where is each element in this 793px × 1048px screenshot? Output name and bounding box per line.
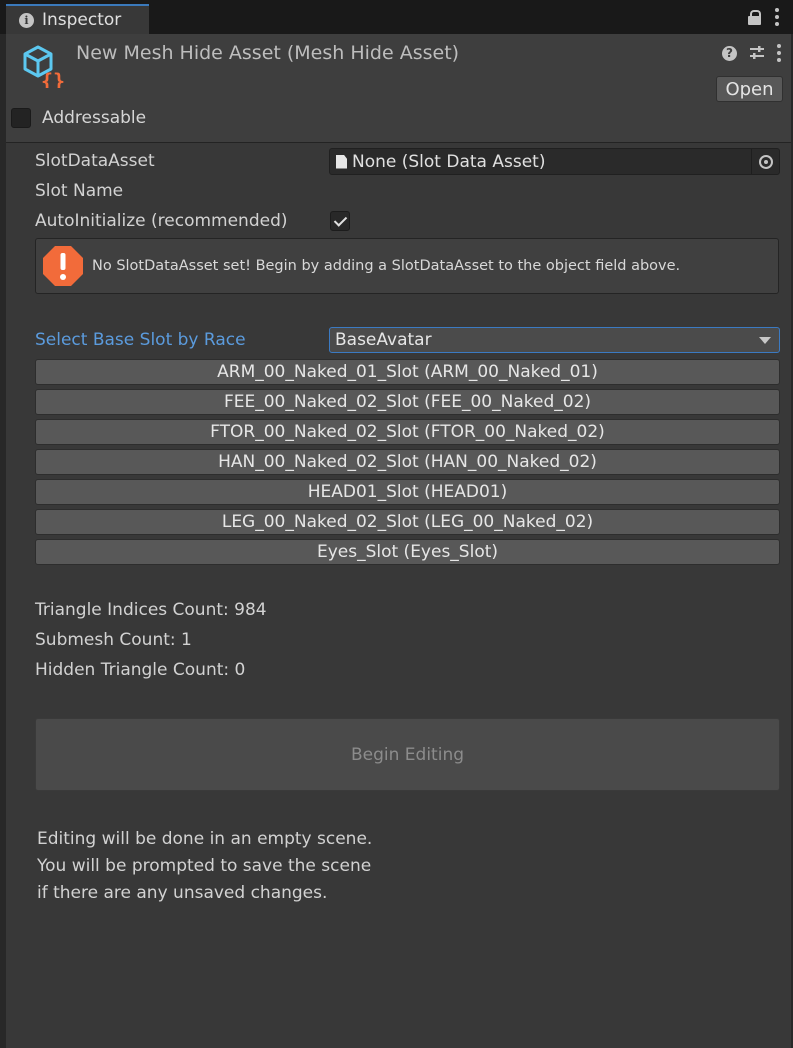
tab-inspector[interactable]: i Inspector: [6, 4, 149, 34]
tab-label: Inspector: [42, 10, 122, 30]
svg-text:{}: {}: [41, 69, 65, 88]
document-icon: [336, 154, 347, 169]
begin-editing-button[interactable]: Begin Editing: [35, 718, 780, 791]
tab-tools: [748, 8, 779, 26]
header-tools: ?: [722, 44, 781, 62]
chevron-down-icon: [759, 337, 771, 344]
open-button[interactable]: Open: [716, 76, 783, 102]
slot-data-asset-label: SlotDataAsset: [35, 151, 155, 171]
slot-name-label: Slot Name: [35, 181, 124, 201]
addressable-label: Addressable: [42, 108, 147, 128]
asset-title: New Mesh Hide Asset (Mesh Hide Asset): [76, 42, 460, 64]
slot-data-asset-field[interactable]: None (Slot Data Asset): [329, 148, 780, 175]
select-race-label: Select Base Slot by Race: [35, 330, 246, 350]
object-picker-button[interactable]: [751, 149, 779, 174]
lock-icon[interactable]: [748, 9, 761, 25]
submesh-count: Submesh Count: 1: [35, 630, 192, 650]
auto-initialize-label: AutoInitialize (recommended): [35, 211, 288, 231]
auto-initialize-checkbox[interactable]: [330, 211, 350, 231]
slot-button[interactable]: FTOR_00_Naked_02_Slot (FTOR_00_Naked_02): [35, 419, 780, 445]
warning-helpbox: No SlotDataAsset set! Begin by adding a …: [35, 238, 779, 294]
info-icon: i: [19, 12, 34, 28]
inspector-panel: {} New Mesh Hide Asset (Mesh Hide Asset)…: [6, 34, 791, 1048]
note-line: if there are any unsaved changes.: [37, 883, 328, 903]
editing-note: Editing will be done in an empty scene. …: [37, 826, 372, 907]
slot-button[interactable]: LEG_00_Naked_02_Slot (LEG_00_Naked_02): [35, 509, 780, 535]
addressable-checkbox[interactable]: [11, 108, 31, 128]
slot-button[interactable]: Eyes_Slot (Eyes_Slot): [35, 539, 780, 565]
preset-sliders-icon[interactable]: [749, 45, 765, 61]
tab-bar: i Inspector: [0, 0, 793, 34]
warning-icon: [43, 246, 83, 286]
slot-button[interactable]: HEAD01_Slot (HEAD01): [35, 479, 780, 505]
note-line: You will be prompted to save the scene: [37, 856, 372, 876]
help-icon[interactable]: ?: [722, 45, 737, 61]
race-dropdown-value: BaseAvatar: [335, 330, 432, 350]
asset-header: {} New Mesh Hide Asset (Mesh Hide Asset)…: [6, 34, 791, 143]
hidden-triangle-count: Hidden Triangle Count: 0: [35, 660, 246, 680]
object-picker-icon: [758, 154, 773, 169]
warning-text: No SlotDataAsset set! Begin by adding a …: [92, 258, 681, 274]
scriptable-object-icon: {}: [23, 45, 65, 88]
slot-button[interactable]: ARM_00_Naked_01_Slot (ARM_00_Naked_01): [35, 359, 780, 385]
slot-button[interactable]: HAN_00_Naked_02_Slot (HAN_00_Naked_02): [35, 449, 780, 475]
kebab-menu-icon[interactable]: [775, 8, 779, 26]
addressable-row: Addressable: [11, 108, 146, 128]
slot-list: ARM_00_Naked_01_Slot (ARM_00_Naked_01) F…: [35, 359, 780, 569]
race-dropdown[interactable]: BaseAvatar: [329, 327, 780, 353]
triangle-indices-count: Triangle Indices Count: 984: [35, 600, 267, 620]
kebab-menu-icon[interactable]: [777, 44, 781, 62]
slot-data-asset-value: None (Slot Data Asset): [352, 151, 546, 172]
slot-button[interactable]: FEE_00_Naked_02_Slot (FEE_00_Naked_02): [35, 389, 780, 415]
note-line: Editing will be done in an empty scene.: [37, 829, 373, 849]
